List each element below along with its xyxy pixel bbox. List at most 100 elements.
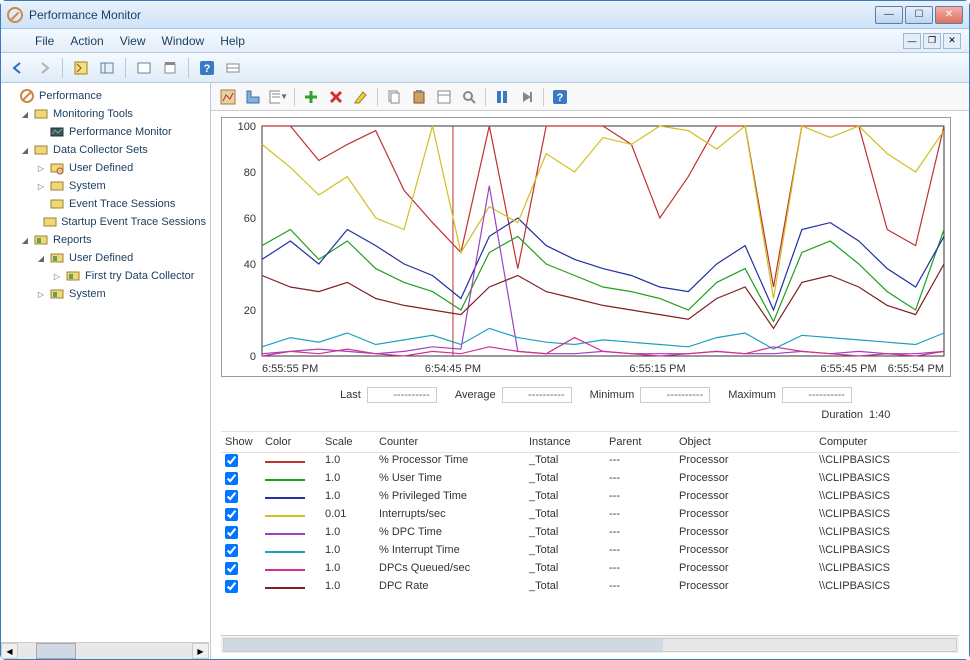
view-histogram-button[interactable] — [242, 86, 264, 108]
average-value: ---------- — [502, 387, 572, 403]
show-hide-tree-button[interactable] — [70, 57, 92, 79]
mdi-minimize-button[interactable]: — — [903, 33, 921, 49]
sidebar-horizontal-scrollbar[interactable]: ◀▶ — [1, 642, 209, 659]
paste-button[interactable] — [408, 86, 430, 108]
parent-cell: --- — [605, 507, 675, 525]
menu-view[interactable]: View — [112, 31, 154, 51]
table-row[interactable]: 1.0DPCs Queued/sec_Total---Processor\\CL… — [221, 561, 959, 579]
menu-help[interactable]: Help — [212, 31, 253, 51]
counter-table: Show Color Scale Counter Instance Parent… — [221, 431, 959, 631]
table-row[interactable]: 1.0% User Time_Total---Processor\\CLIPBA… — [221, 471, 959, 489]
scale-cell: 1.0 — [321, 525, 375, 543]
show-checkbox[interactable] — [225, 472, 238, 485]
show-checkbox[interactable] — [225, 490, 238, 503]
svg-text:6:55:15 PM: 6:55:15 PM — [629, 363, 685, 375]
menu-file[interactable]: File — [27, 31, 62, 51]
show-checkbox[interactable] — [225, 544, 238, 557]
col-color[interactable]: Color — [261, 435, 321, 449]
show-checkbox[interactable] — [225, 526, 238, 539]
add-counter-button[interactable] — [300, 86, 322, 108]
tree-startup-event-trace[interactable]: Startup Event Trace Sessions — [1, 213, 210, 231]
show-checkbox[interactable] — [225, 508, 238, 521]
svg-text:6:55:55 PM: 6:55:55 PM — [262, 363, 318, 375]
last-label: Last — [340, 389, 361, 401]
minimize-button[interactable]: — — [875, 6, 903, 24]
tree-root-performance[interactable]: Performance — [1, 87, 210, 105]
instance-cell: _Total — [525, 543, 605, 561]
table-row[interactable]: 1.0% Interrupt Time_Total---Processor\\C… — [221, 543, 959, 561]
help-button[interactable]: ? — [196, 57, 218, 79]
maximize-button[interactable]: ☐ — [905, 6, 933, 24]
scale-cell: 1.0 — [321, 561, 375, 579]
tree-first-try[interactable]: ▷First try Data Collector — [1, 267, 210, 285]
menu-window[interactable]: Window — [154, 31, 213, 51]
scale-cell: 1.0 — [321, 579, 375, 597]
forward-button[interactable] — [33, 57, 55, 79]
parent-cell: --- — [605, 525, 675, 543]
tree-reports[interactable]: ◢Reports — [1, 231, 210, 249]
freeze-button[interactable] — [491, 86, 513, 108]
tree-user-defined[interactable]: ▷User Defined — [1, 159, 210, 177]
maximum-label: Maximum — [728, 389, 776, 401]
instance-cell: _Total — [525, 471, 605, 489]
tree-event-trace-sessions[interactable]: Event Trace Sessions — [1, 195, 210, 213]
minimum-label: Minimum — [590, 389, 635, 401]
duration-value: 1:40 — [869, 409, 959, 421]
table-row[interactable]: 1.0% Processor Time_Total---Processor\\C… — [221, 453, 959, 471]
parent-cell: --- — [605, 453, 675, 471]
tree-data-collector-sets[interactable]: ◢Data Collector Sets — [1, 141, 210, 159]
show-checkbox[interactable] — [225, 580, 238, 593]
mdi-close-button[interactable]: ✕ — [943, 33, 961, 49]
tree-monitoring-tools[interactable]: ◢Monitoring Tools — [1, 105, 210, 123]
table-row[interactable]: 1.0% DPC Time_Total---Processor\\CLIPBAS… — [221, 525, 959, 543]
tree-reports-user-defined[interactable]: ◢User Defined — [1, 249, 210, 267]
copy-button[interactable] — [383, 86, 405, 108]
color-swatch — [265, 479, 305, 481]
table-row[interactable]: 0.01Interrupts/sec_Total---Processor\\CL… — [221, 507, 959, 525]
tree-system[interactable]: ▷System — [1, 177, 210, 195]
view-graph-button[interactable] — [217, 86, 239, 108]
svg-text:100: 100 — [238, 121, 256, 133]
table-row[interactable]: 1.0% Privileged Time_Total---Processor\\… — [221, 489, 959, 507]
back-button[interactable] — [7, 57, 29, 79]
col-instance[interactable]: Instance — [525, 435, 605, 449]
zoom-button[interactable] — [458, 86, 480, 108]
tree-reports-system[interactable]: ▷System — [1, 285, 210, 303]
col-show[interactable]: Show — [221, 435, 261, 449]
properties-button[interactable] — [433, 86, 455, 108]
export-button[interactable] — [159, 57, 181, 79]
svg-text:60: 60 — [244, 213, 256, 225]
menu-action[interactable]: Action — [62, 31, 111, 51]
highlight-button[interactable] — [350, 86, 372, 108]
update-button[interactable] — [516, 86, 538, 108]
help-chart-button[interactable]: ? — [549, 86, 571, 108]
performance-chart[interactable]: 0204060801006:55:55 PM6:54:45 PM6:55:15 … — [221, 117, 951, 377]
object-cell: Processor — [675, 561, 815, 579]
parent-cell: --- — [605, 579, 675, 597]
col-counter[interactable]: Counter — [375, 435, 525, 449]
close-button[interactable]: ✕ — [935, 6, 963, 24]
mdi-restore-button[interactable]: ❐ — [923, 33, 941, 49]
computer-cell: \\CLIPBASICS — [815, 489, 925, 507]
table-horizontal-scrollbar[interactable] — [221, 635, 959, 653]
col-scale[interactable]: Scale — [321, 435, 375, 449]
view-report-button[interactable]: ▼ — [267, 86, 289, 108]
col-computer[interactable]: Computer — [815, 435, 925, 449]
console-tree-button[interactable] — [96, 57, 118, 79]
col-parent[interactable]: Parent — [605, 435, 675, 449]
delete-counter-button[interactable] — [325, 86, 347, 108]
show-checkbox[interactable] — [225, 562, 238, 575]
properties-button[interactable] — [222, 57, 244, 79]
col-object[interactable]: Object — [675, 435, 815, 449]
computer-cell: \\CLIPBASICS — [815, 561, 925, 579]
scale-cell: 1.0 — [321, 489, 375, 507]
tree-performance-monitor[interactable]: Performance Monitor — [1, 123, 210, 141]
new-window-button[interactable] — [133, 57, 155, 79]
svg-text:80: 80 — [244, 167, 256, 179]
counter-cell: DPCs Queued/sec — [375, 561, 525, 579]
duration-label: Duration — [821, 409, 863, 421]
computer-cell: \\CLIPBASICS — [815, 525, 925, 543]
average-label: Average — [455, 389, 496, 401]
table-row[interactable]: 1.0DPC Rate_Total---Processor\\CLIPBASIC… — [221, 579, 959, 597]
show-checkbox[interactable] — [225, 454, 238, 467]
